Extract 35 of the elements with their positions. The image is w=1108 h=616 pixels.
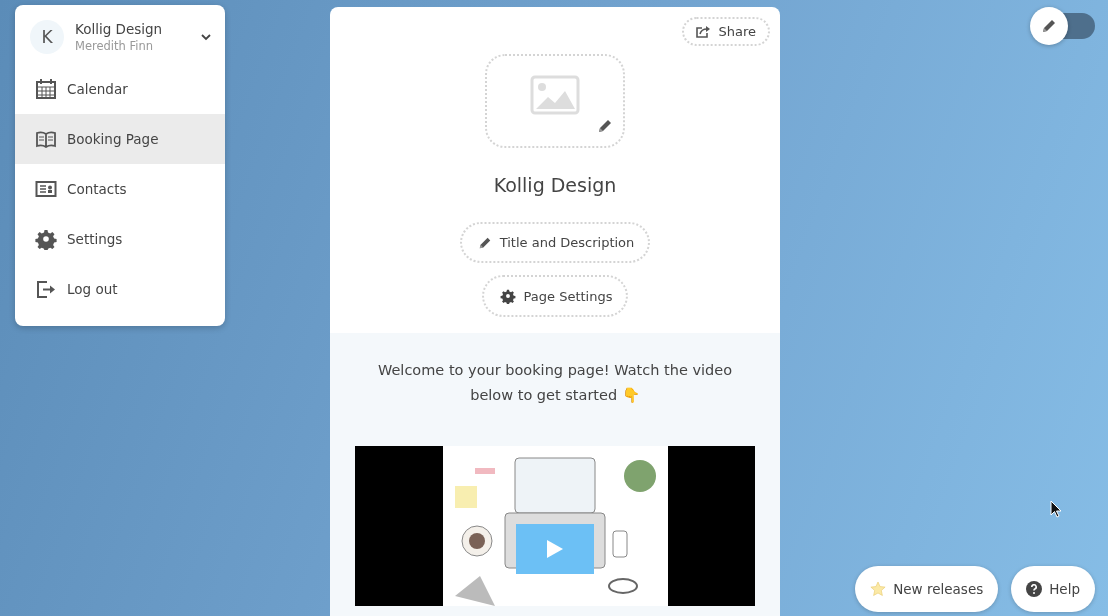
settings-icon [499,288,516,304]
sidebar-item[interactable]: Booking Page [15,114,225,164]
sidebar-item[interactable]: Log out [15,264,225,314]
edit-mode-toggle[interactable] [1030,7,1095,45]
account-switcher[interactable]: K Kollig Design Meredith Finn [15,15,225,64]
page-title: Kollig Design [493,174,617,196]
logout-icon [35,278,57,300]
calendar-icon [35,78,57,100]
settings-icon [35,228,57,250]
pencil-icon [597,118,613,134]
sidebar-item[interactable]: Contacts [15,164,225,214]
pencil-icon [477,235,492,250]
account-name: Kollig Design [75,21,164,37]
new-releases-button[interactable]: New releases [855,566,999,612]
user-name: Meredith Finn [75,39,155,53]
help-icon [1026,581,1043,597]
page-settings-button[interactable]: Page Settings [481,275,629,317]
share-icon [696,25,711,38]
play-icon [546,539,564,559]
cursor-icon [1050,500,1062,518]
image-placeholder-icon [530,75,580,115]
avatar: K [30,20,64,54]
play-button[interactable] [516,524,594,574]
star-icon [870,581,887,597]
contact-card-icon [35,178,57,200]
share-button[interactable]: Share [682,17,770,46]
sidebar-item[interactable]: Settings [15,214,225,264]
pencil-icon [1041,18,1057,34]
book-icon [35,128,57,150]
title-description-button[interactable]: Title and Description [459,222,651,263]
sidebar-item[interactable]: Calendar [15,64,225,114]
chevron-down-icon [201,33,211,41]
help-button[interactable]: Help [1011,566,1095,612]
logo-upload-area[interactable] [485,54,625,148]
welcome-text: Welcome to your booking page! Watch the video below to get started 👇 [376,361,734,405]
